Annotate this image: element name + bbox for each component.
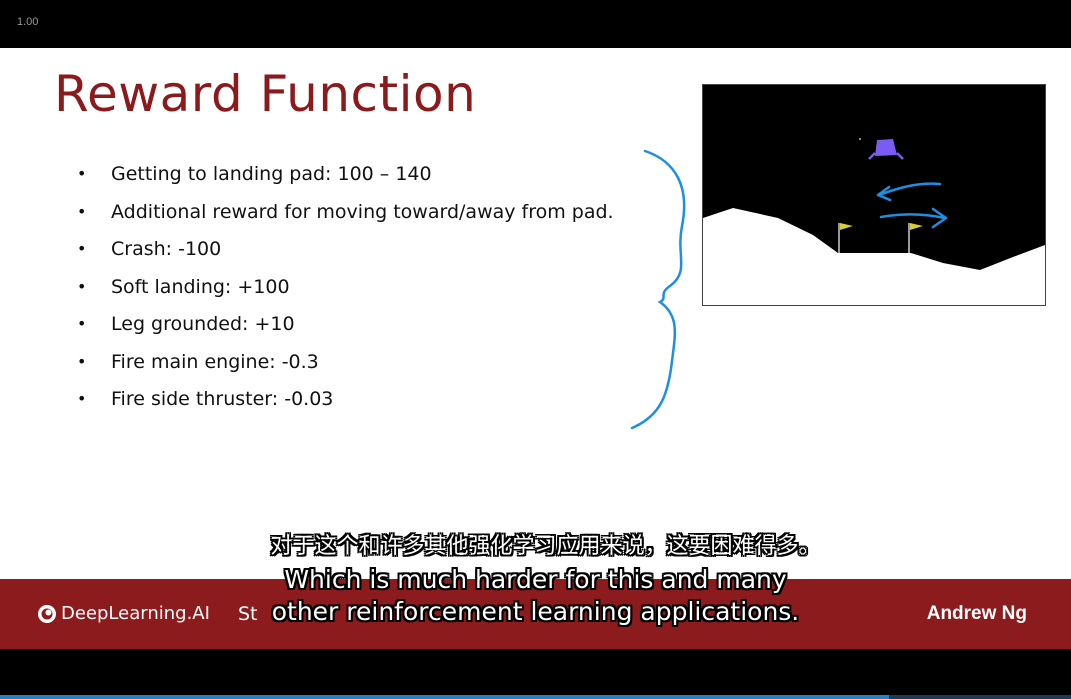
list-item: • Soft landing: +100 <box>77 271 614 309</box>
arrow-left-icon <box>876 182 942 202</box>
subtitles: 对于这个和许多其他强化学习应用来说，这要困难得多。 Which is much … <box>0 530 1071 628</box>
lander-icon <box>859 138 904 160</box>
bullet-icon: • <box>77 276 87 296</box>
bullet-icon: • <box>77 389 87 408</box>
list-item: • Leg grounded: +10 <box>77 308 614 346</box>
video-progress-bar[interactable] <box>0 695 1071 699</box>
list-item-text: Fire main engine: -0.3 <box>111 350 319 373</box>
slide-title: Reward Function <box>54 65 477 123</box>
bullet-icon: • <box>77 239 87 258</box>
flag-icon <box>908 223 923 253</box>
bullet-icon: • <box>77 164 87 183</box>
player-top-bar: 1.00 <box>0 0 1071 48</box>
subtitle-en-line2: other reinforcement learning application… <box>271 597 800 626</box>
subtitle-zh: 对于这个和许多其他强化学习应用来说，这要困难得多。 <box>270 534 821 559</box>
slide: Reward Function • Getting to landing pad:… <box>0 48 1071 579</box>
list-item: • Additional reward for moving toward/awa… <box>77 196 614 234</box>
list-item-text: Crash: -100 <box>111 238 222 260</box>
playback-speed[interactable]: 1.00 <box>17 16 38 28</box>
reward-list: • Getting to landing pad: 100 – 140 • Addi… <box>77 158 614 421</box>
list-item-text: Leg grounded: +10 <box>111 313 295 335</box>
list-item: • Fire main engine: -0.3 <box>77 346 614 384</box>
curly-brace-annotation <box>630 149 686 430</box>
bullet-icon: • <box>77 351 87 371</box>
list-item: • Getting to landing pad: 100 – 140 <box>77 158 614 196</box>
player-bottom-bar <box>0 649 1071 699</box>
list-item-text: Fire side thruster: -0.03 <box>111 388 334 410</box>
list-item: • Crash: -100 <box>77 233 614 271</box>
bullet-icon: • <box>77 201 87 221</box>
lunar-lander-game-view <box>702 84 1046 306</box>
list-item-text: Additional reward for moving toward/away… <box>111 200 614 223</box>
flag-icon <box>838 223 853 253</box>
moon-terrain <box>703 208 1045 305</box>
lunar-lander-scene <box>703 138 1045 305</box>
list-item-text: Getting to landing pad: 100 – 140 <box>111 163 432 185</box>
list-item: • Fire side thruster: -0.03 <box>77 383 614 421</box>
list-item-text: Soft landing: +100 <box>111 275 290 298</box>
subtitle-en-line1: Which is much harder for this and many <box>284 565 787 594</box>
video-progress-fill <box>0 695 889 699</box>
bullet-icon: • <box>77 314 87 333</box>
